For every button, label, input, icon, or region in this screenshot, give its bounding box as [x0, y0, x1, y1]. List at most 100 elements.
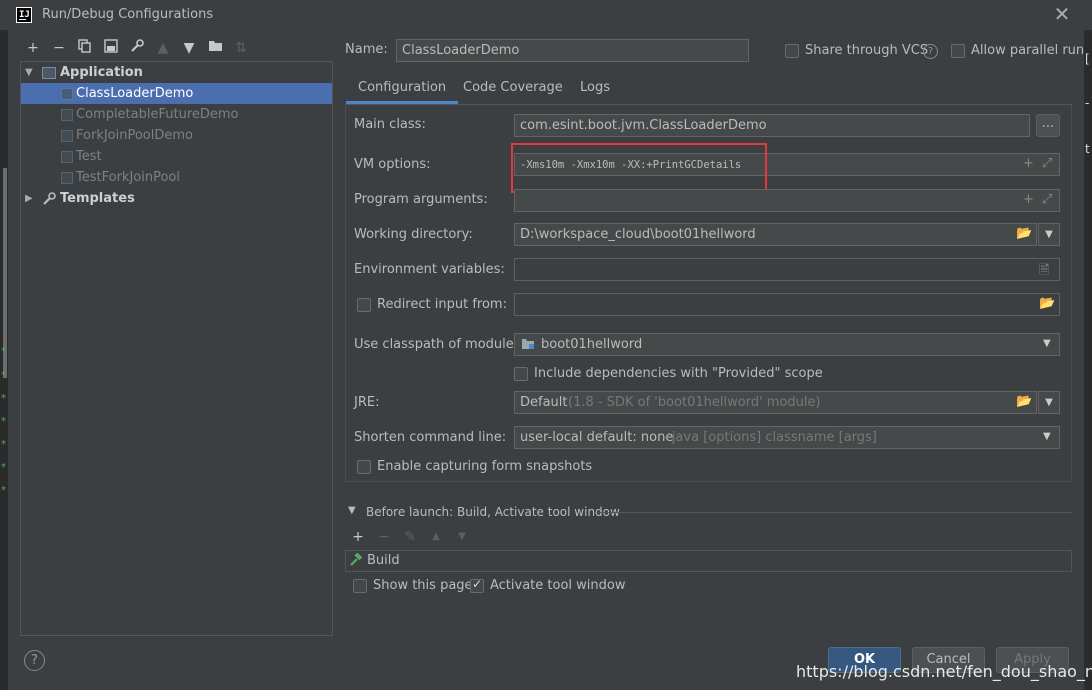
bookmark-icon: *	[1, 370, 6, 381]
redirect-input-field[interactable]: 📂	[514, 293, 1060, 316]
edit-icon: ✎	[404, 529, 416, 545]
tab-configuration[interactable]: Configuration	[346, 74, 459, 104]
chevron-down-icon[interactable]: ▼	[1038, 391, 1060, 414]
editor-background-strip: * * * * * * *	[0, 30, 8, 690]
shorten-command-select[interactable]: user-local default: none - java [options…	[514, 426, 1060, 449]
tree-label: ForkJoinPoolDemo	[76, 128, 193, 143]
copy-icon[interactable]	[76, 39, 94, 57]
wrench-icon[interactable]	[128, 39, 146, 57]
allow-parallel-label: Allow parallel run	[971, 43, 1085, 58]
environment-variables-input[interactable]: 🗎	[514, 258, 1060, 281]
activate-tool-window-label: Activate tool window	[490, 578, 626, 593]
bookmark-icon: *	[1, 439, 6, 450]
program-arguments-label: Program arguments:	[354, 192, 488, 207]
folder-icon[interactable]: 📂	[1016, 226, 1032, 241]
tree-label: Templates	[60, 191, 135, 206]
new-folder-icon[interactable]	[206, 39, 224, 57]
divider	[598, 512, 1072, 513]
before-launch-title: Before launch: Build, Activate tool wind…	[366, 505, 620, 519]
remove-icon: −	[378, 529, 390, 545]
jre-select[interactable]: Default (1.8 - SDK of 'boot01hellword' m…	[514, 391, 1037, 414]
include-dependencies-checkbox[interactable]	[514, 367, 528, 381]
vm-options-label: VM options:	[354, 157, 431, 172]
sort-icon: ⇅	[235, 40, 247, 56]
move-down-icon: ▼	[458, 531, 466, 542]
show-page-checkbox[interactable]	[353, 579, 367, 593]
tree-item-testforkjoinpool[interactable]: TestForkJoinPool	[21, 167, 332, 188]
bookmark-icon: *	[1, 416, 6, 427]
tree-item-forkjoinpooldemo[interactable]: ForkJoinPoolDemo	[21, 125, 332, 146]
hammer-icon	[349, 552, 363, 571]
share-vcs-checkbox[interactable]	[785, 44, 799, 58]
tab-code-coverage[interactable]: Code Coverage	[451, 74, 575, 104]
tree-label: CompletableFutureDemo	[76, 107, 239, 122]
chevron-down-icon[interactable]: ▼	[1043, 431, 1051, 442]
working-directory-value: D:\workspace_cloud\boot01hellword	[520, 227, 756, 242]
working-directory-input[interactable]: D:\workspace_cloud\boot01hellword 📂	[514, 223, 1037, 246]
module-folder-icon	[521, 337, 535, 354]
config-icon	[61, 130, 73, 142]
move-up-icon: ▲	[432, 531, 440, 542]
jre-hint: (1.8 - SDK of 'boot01hellword' module)	[568, 395, 821, 410]
chevron-down-icon[interactable]: ▼	[1038, 223, 1060, 246]
tree-node-templates[interactable]: ▶ Templates	[21, 188, 332, 209]
tree-label: ClassLoaderDemo	[76, 86, 194, 101]
move-down-icon[interactable]: ▼	[180, 39, 198, 57]
main-class-input[interactable]: com.esint.boot.jvm.ClassLoaderDemo	[514, 114, 1030, 137]
tree-label: Test	[76, 149, 102, 164]
editor-glyph: -	[1085, 96, 1090, 110]
shorten-command-hint: - java [options] classname [args]	[663, 430, 877, 445]
editor-glyph: t	[1085, 142, 1090, 156]
bookmark-icon: *	[1, 485, 6, 496]
tab-logs[interactable]: Logs	[568, 74, 622, 104]
close-icon[interactable]: ✕	[1050, 3, 1074, 27]
add-icon[interactable]: +	[349, 528, 367, 546]
tree-label: TestForkJoinPool	[76, 170, 180, 185]
expand-icon[interactable]: ⤢	[1042, 156, 1052, 171]
remove-icon[interactable]: −	[50, 39, 68, 57]
classpath-module-select[interactable]: boot01hellword ▼	[514, 333, 1060, 356]
form-snapshots-checkbox[interactable]	[357, 460, 371, 474]
folder-icon[interactable]: 📂	[1016, 394, 1032, 409]
classpath-module-label: Use classpath of module:	[354, 337, 519, 352]
config-icon	[61, 151, 73, 163]
add-icon[interactable]: +	[1023, 192, 1034, 207]
expand-icon[interactable]: ⤢	[1042, 192, 1052, 207]
tree-item-test[interactable]: Test	[21, 146, 332, 167]
help-icon[interactable]: ?	[24, 650, 45, 671]
main-class-label: Main class:	[354, 117, 426, 132]
redirect-input-label: Redirect input from:	[377, 297, 507, 312]
application-icon	[42, 67, 56, 79]
allow-parallel-checkbox[interactable]	[951, 44, 965, 58]
browse-button[interactable]: ...	[1036, 114, 1060, 137]
before-launch-task-build[interactable]: Build	[345, 550, 1072, 572]
config-icon	[61, 172, 73, 184]
document-icon[interactable]: 🗎	[1039, 261, 1049, 283]
collapse-down-icon[interactable]: ▼	[348, 505, 356, 516]
build-task-label: Build	[367, 553, 400, 568]
chevron-down-icon[interactable]: ▼	[1043, 338, 1051, 349]
move-up-icon: ▲	[157, 40, 169, 56]
expand-right-icon[interactable]: ▶	[25, 188, 35, 209]
redirect-input-checkbox[interactable]	[357, 298, 371, 312]
jre-label: JRE:	[354, 395, 380, 410]
save-icon[interactable]	[102, 39, 120, 57]
main-class-value: com.esint.boot.jvm.ClassLoaderDemo	[520, 118, 767, 133]
expand-down-icon[interactable]: ▼	[25, 62, 35, 83]
show-page-label: Show this page	[373, 578, 473, 593]
help-icon[interactable]: ?	[923, 44, 938, 59]
bookmark-icon: *	[1, 346, 6, 357]
form-snapshots-label: Enable capturing form snapshots	[377, 459, 593, 474]
working-directory-label: Working directory:	[354, 227, 473, 242]
add-icon[interactable]: +	[24, 39, 42, 57]
name-input[interactable]: ClassLoaderDemo	[396, 39, 749, 62]
bookmark-icon: *	[1, 462, 6, 473]
tree-node-application[interactable]: ▼ Application	[21, 62, 332, 83]
tree-item-completablefuturedemo[interactable]: CompletableFutureDemo	[21, 104, 332, 125]
program-arguments-input[interactable]: + ⤢	[514, 189, 1060, 212]
activate-tool-window-checkbox[interactable]	[470, 577, 484, 593]
tree-item-classloaderdemo[interactable]: ClassLoaderDemo	[21, 83, 332, 104]
configuration-tree: ▼ Application ClassLoaderDemo Completabl…	[20, 61, 333, 636]
add-icon[interactable]: +	[1023, 156, 1034, 171]
folder-icon[interactable]: 📂	[1039, 296, 1055, 311]
